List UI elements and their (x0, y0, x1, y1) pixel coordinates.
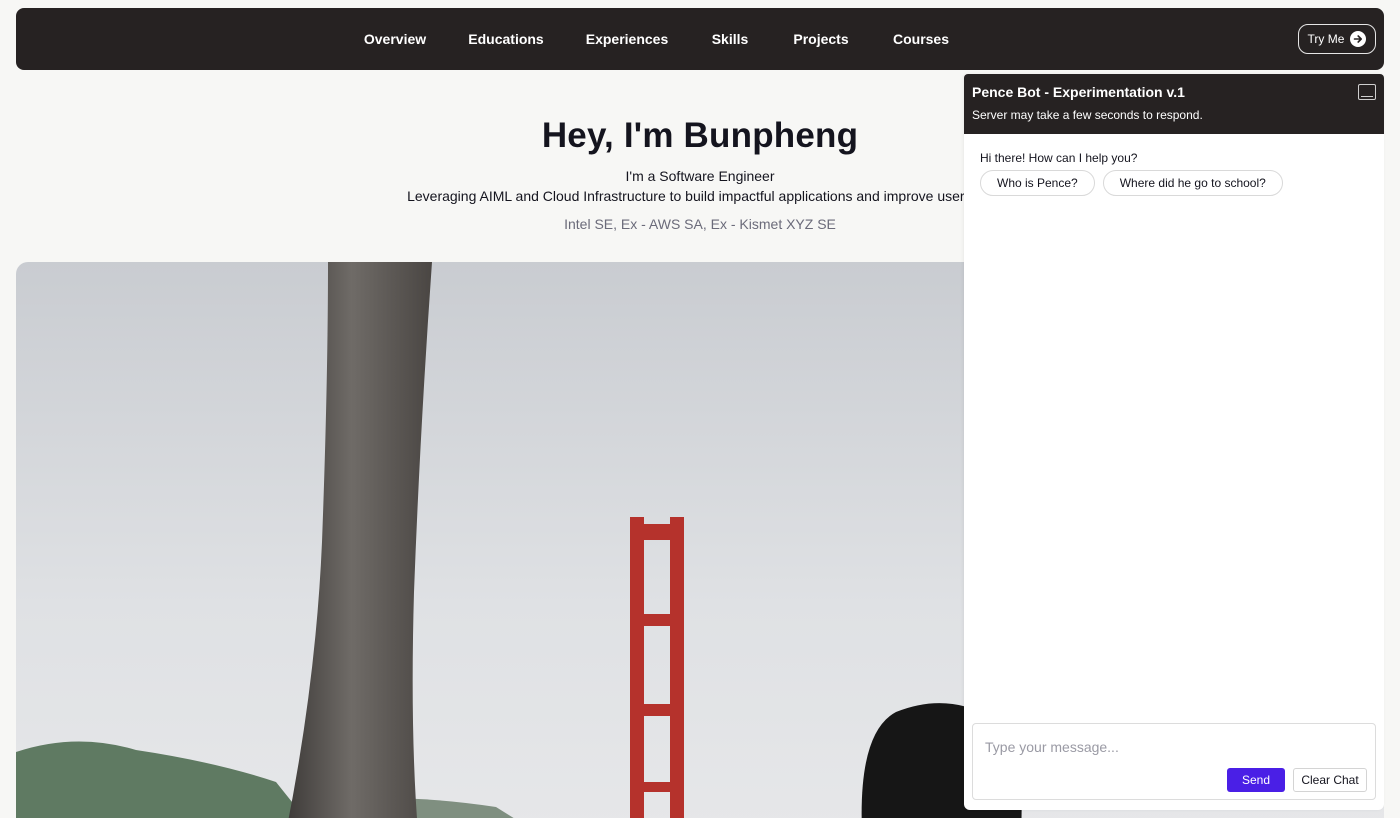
clear-chat-button[interactable]: Clear Chat (1293, 768, 1367, 792)
nav-item-experiences[interactable]: Experiences (586, 31, 669, 47)
suggestion-who-is-pence[interactable]: Who is Pence? (980, 170, 1095, 196)
nav-item-overview[interactable]: Overview (364, 31, 426, 47)
chat-title: Pence Bot - Experimentation v.1 (972, 84, 1185, 100)
nav-item-projects[interactable]: Projects (793, 31, 848, 47)
chat-subtitle: Server may take a few seconds to respond… (972, 108, 1203, 122)
message-input[interactable] (985, 736, 1365, 758)
arrow-right-icon (1350, 31, 1367, 47)
bot-greeting-message: Hi there! How can I help you? (980, 151, 1138, 165)
nav-item-courses[interactable]: Courses (893, 31, 949, 47)
nav-menu: Overview Educations Experiences Skills P… (16, 8, 1384, 70)
try-me-button[interactable]: Try Me (1298, 24, 1376, 54)
suggested-questions: Who is Pence? Where did he go to school? (980, 170, 1283, 196)
chat-header: Pence Bot - Experimentation v.1 Server m… (964, 74, 1384, 134)
nav-item-skills[interactable]: Skills (712, 31, 749, 47)
try-me-label: Try Me (1307, 32, 1345, 46)
message-composer: Send Clear Chat (972, 723, 1376, 800)
minimize-icon[interactable] (1358, 84, 1376, 100)
nav-item-educations[interactable]: Educations (468, 31, 543, 47)
send-button[interactable]: Send (1227, 768, 1285, 792)
suggestion-where-school[interactable]: Where did he go to school? (1102, 170, 1283, 196)
top-navbar: Overview Educations Experiences Skills P… (16, 8, 1384, 70)
chatbot-panel: Pence Bot - Experimentation v.1 Server m… (964, 74, 1384, 810)
